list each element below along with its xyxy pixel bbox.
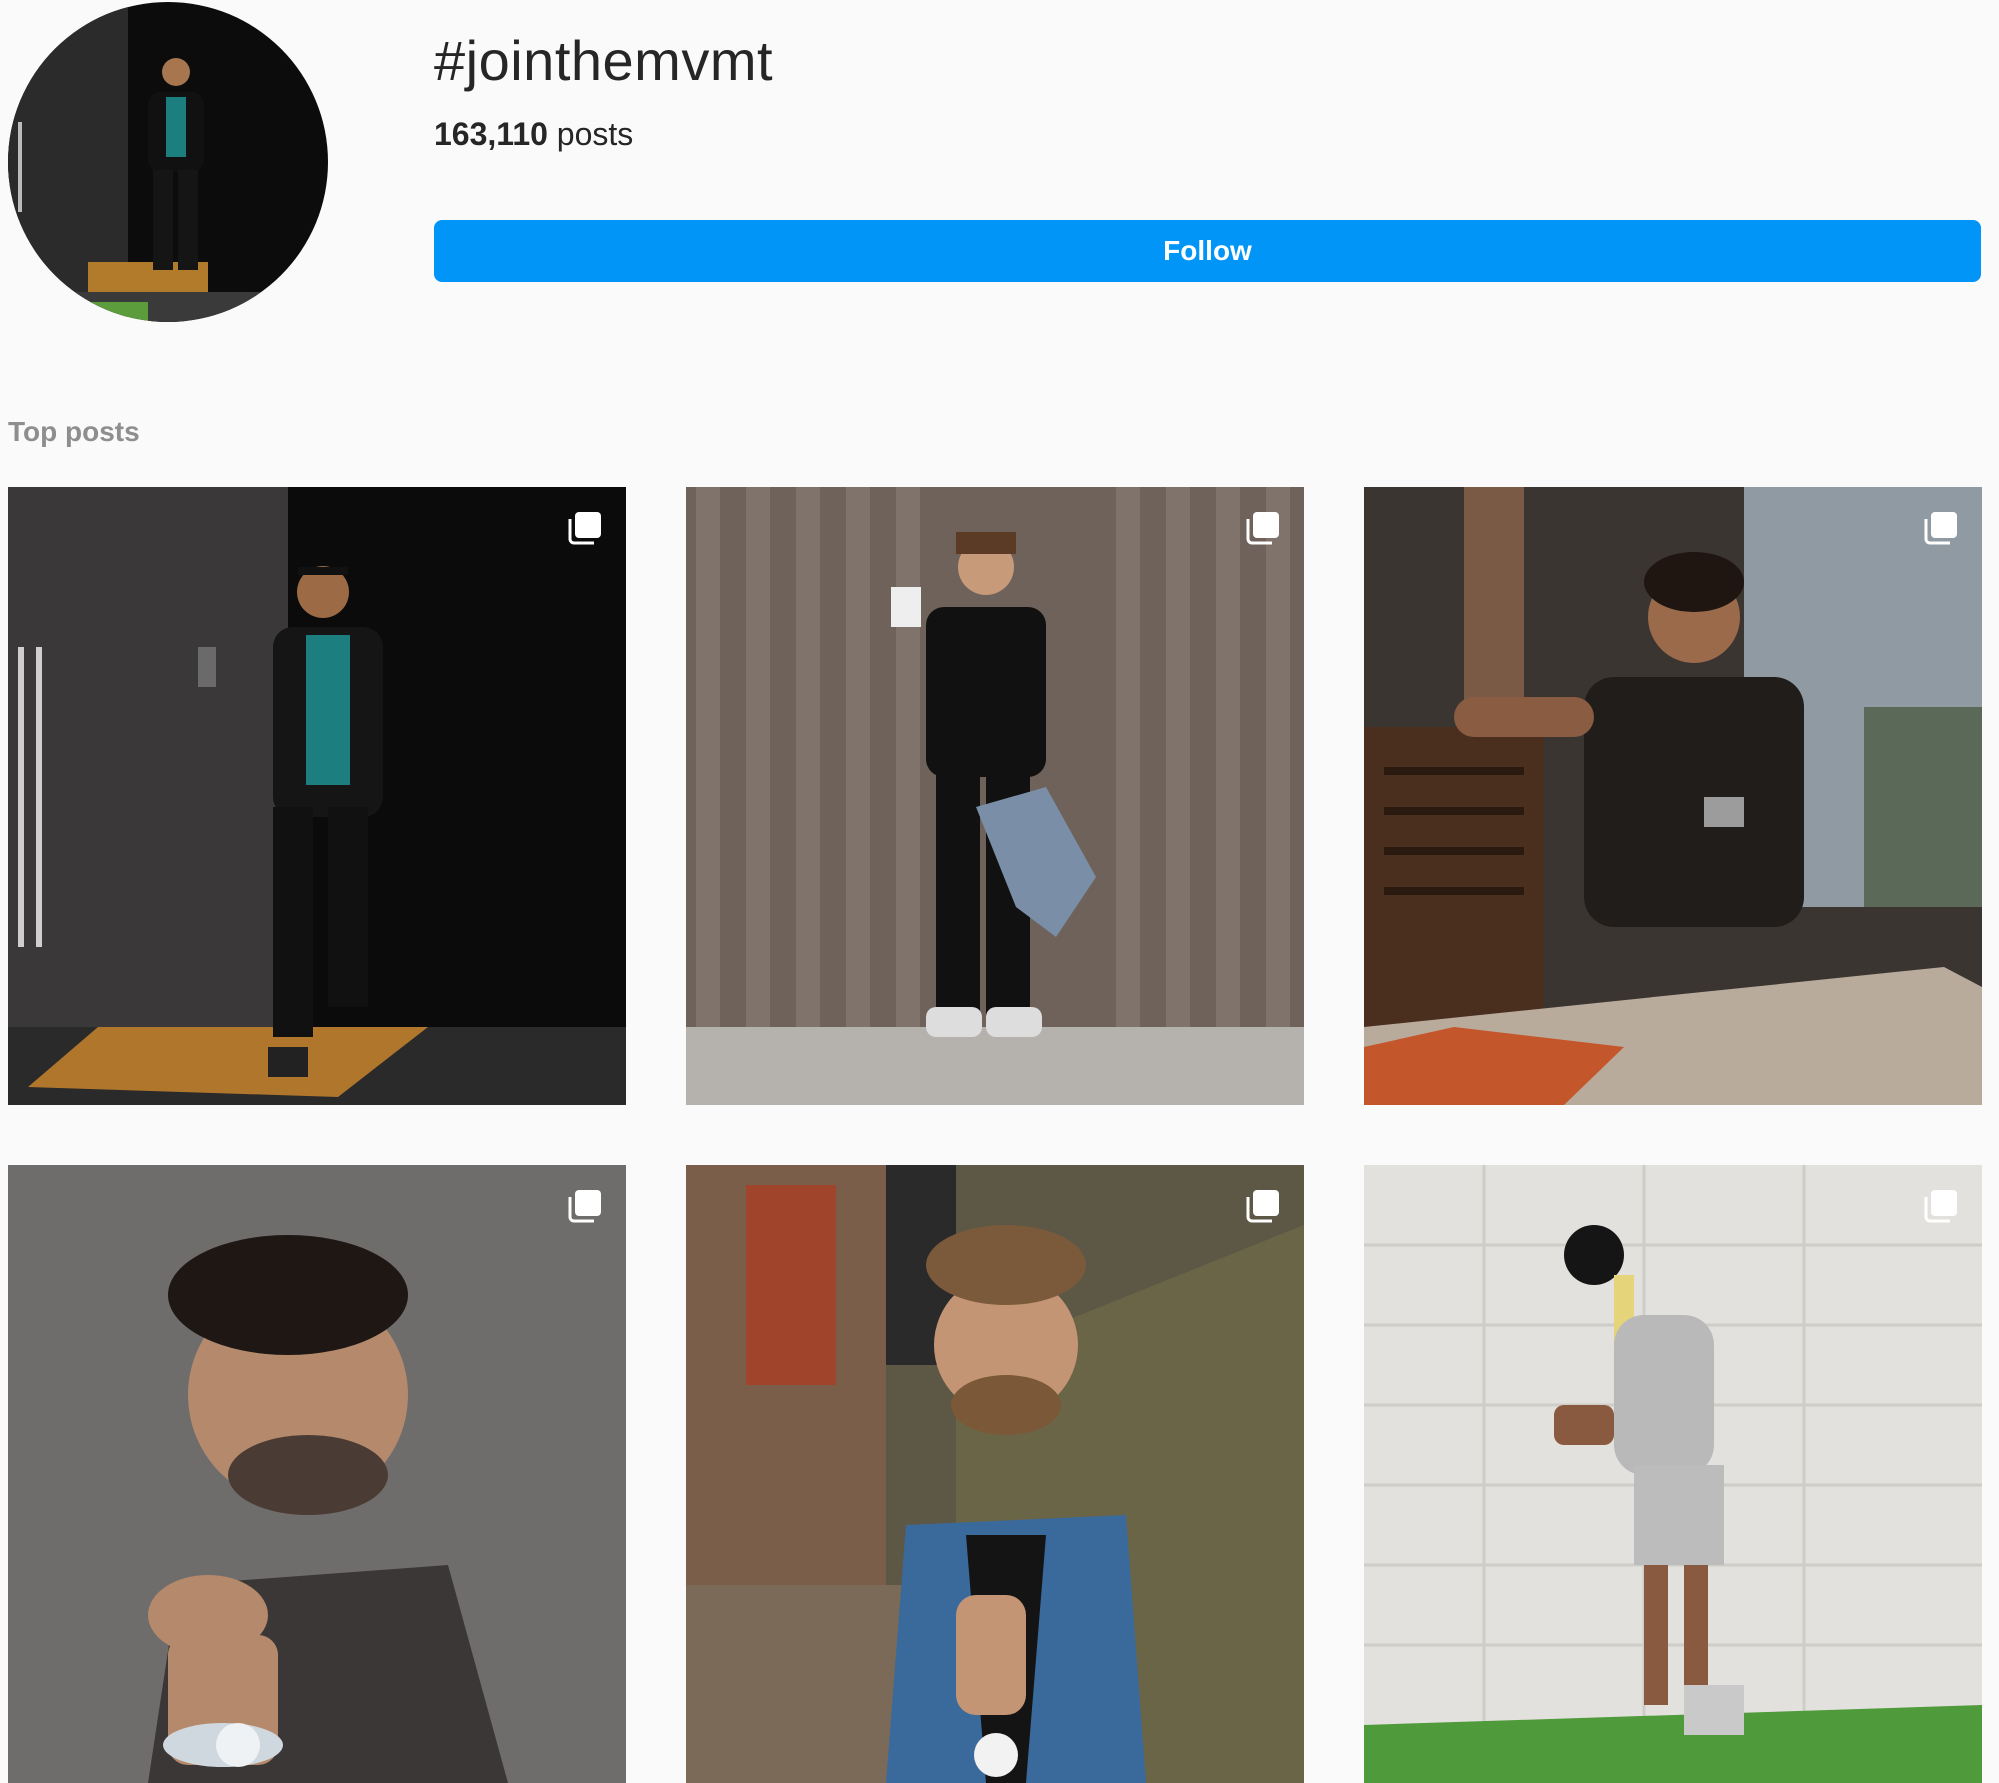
post-thumbnail-4[interactable]: [8, 1165, 626, 1783]
multiple-photos-icon: [1244, 1187, 1282, 1225]
multiple-photos-icon: [1922, 1187, 1960, 1225]
multiple-photos-icon: [1244, 509, 1282, 547]
multiple-photos-icon: [1922, 509, 1960, 547]
post-photo-2: [686, 487, 1304, 1105]
post-thumbnail-3[interactable]: [1364, 487, 1982, 1105]
post-thumbnail-2[interactable]: [686, 487, 1304, 1105]
post-thumbnail-6[interactable]: [1364, 1165, 1982, 1783]
post-count-suffix: posts: [556, 116, 634, 152]
multiple-photos-icon: [566, 1187, 604, 1225]
top-posts-label: Top posts: [8, 416, 140, 447]
follow-button[interactable]: Follow: [434, 220, 1981, 282]
post-photo-1: [8, 487, 626, 1105]
top-posts-grid: [8, 487, 1982, 1783]
post-photo-5: [686, 1165, 1304, 1783]
hashtag-title: #jointhemvmt: [434, 29, 774, 92]
post-thumbnail-5[interactable]: [686, 1165, 1304, 1783]
post-thumbnail-1[interactable]: [8, 487, 626, 1105]
hashtag-avatar: [8, 2, 328, 322]
post-count: 163,110 posts: [434, 116, 633, 153]
post-count-number: 163,110: [434, 116, 548, 152]
multiple-photos-icon: [566, 509, 604, 547]
post-photo-3: [1364, 487, 1982, 1105]
post-photo-6: [1364, 1165, 1982, 1783]
post-photo-4: [8, 1165, 626, 1783]
